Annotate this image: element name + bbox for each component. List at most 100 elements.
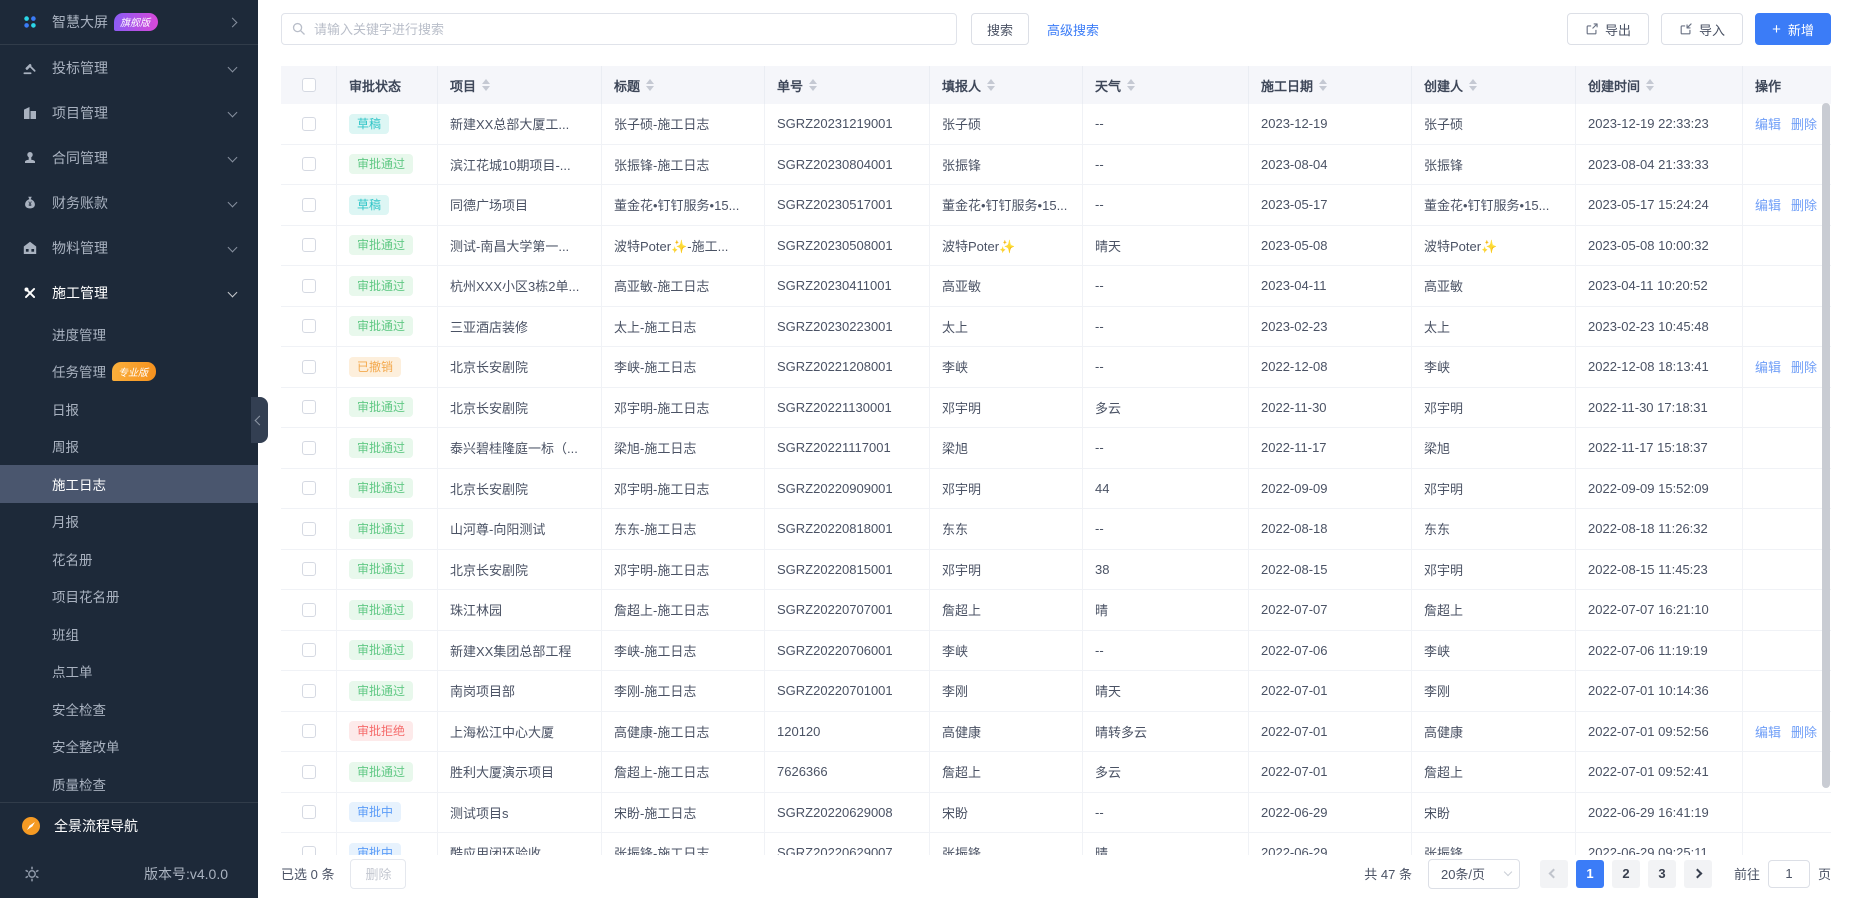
sidebar-subitem[interactable]: 点工单 xyxy=(0,653,258,691)
row-checkbox[interactable] xyxy=(301,845,316,855)
sort-icon[interactable] xyxy=(482,79,491,91)
search-input[interactable] xyxy=(281,13,957,45)
column-header-reporter[interactable]: 填报人 xyxy=(930,66,1083,104)
edit-link[interactable]: 编辑 xyxy=(1755,114,1781,133)
row-checkbox[interactable] xyxy=(301,683,316,698)
import-button[interactable]: 导入 xyxy=(1661,13,1743,45)
export-button[interactable]: 导出 xyxy=(1567,13,1649,45)
goto-page: 前往 页 xyxy=(1734,859,1831,888)
import-icon xyxy=(1679,22,1693,36)
page-button-1[interactable]: 1 xyxy=(1575,859,1604,888)
cell-created_at: 2023-02-23 10:45:48 xyxy=(1576,306,1743,346)
row-checkbox[interactable] xyxy=(301,724,316,739)
sidebar-item-label: 项目管理 xyxy=(52,104,108,121)
sidebar-subitem[interactable]: 日报 xyxy=(0,390,258,428)
sidebar-subitem[interactable]: 质量检查 xyxy=(0,765,258,802)
cell-weather: 44 xyxy=(1083,468,1249,508)
search-button[interactable]: 搜索 xyxy=(971,13,1029,45)
sidebar-subitem[interactable]: 任务管理 专业版 xyxy=(0,353,258,391)
row-checkbox[interactable] xyxy=(301,157,316,172)
column-header-weather[interactable]: 天气 xyxy=(1083,66,1249,104)
advanced-search-link[interactable]: 高级搜索 xyxy=(1047,20,1099,39)
delete-link[interactable]: 删除 xyxy=(1791,357,1817,376)
cell-ops xyxy=(1743,671,1831,711)
column-header-project[interactable]: 项目 xyxy=(438,66,602,104)
row-checkbox[interactable] xyxy=(301,238,316,253)
sidebar-subitem[interactable]: 班组 xyxy=(0,615,258,653)
page-size-select[interactable]: 20条/页 xyxy=(1427,858,1520,889)
table-scrollbar-thumb[interactable] xyxy=(1822,103,1830,788)
cell-ops: 编辑 删除 xyxy=(1743,347,1831,387)
sort-icon[interactable] xyxy=(1127,79,1136,91)
sidebar-item-material[interactable]: 物料管理 xyxy=(0,225,258,270)
cell-weather: 38 xyxy=(1083,549,1249,589)
row-checkbox[interactable] xyxy=(301,481,316,496)
sidebar-subitem[interactable]: 安全整改单 xyxy=(0,728,258,766)
row-checkbox[interactable] xyxy=(301,602,316,617)
row-checkbox[interactable] xyxy=(301,643,316,658)
sort-icon[interactable] xyxy=(1646,79,1655,91)
sort-icon[interactable] xyxy=(987,79,996,91)
select-all-checkbox[interactable] xyxy=(301,78,316,92)
goto-page-input[interactable] xyxy=(1767,859,1810,888)
next-page-button[interactable] xyxy=(1683,859,1712,888)
page-button-2[interactable]: 2 xyxy=(1611,859,1640,888)
cell-project: 北京长安剧院 xyxy=(438,347,602,387)
sidebar-collapse-handle[interactable] xyxy=(251,397,268,443)
sort-icon[interactable] xyxy=(1469,79,1478,91)
row-checkbox[interactable] xyxy=(301,359,316,374)
sidebar-subitem[interactable]: 花名册 xyxy=(0,540,258,578)
sort-icon[interactable] xyxy=(646,79,655,91)
sidebar-item-construction[interactable]: 施工管理 xyxy=(0,270,258,315)
cell-weather: 晴 xyxy=(1083,590,1249,630)
row-checkbox[interactable] xyxy=(301,440,316,455)
delete-link[interactable]: 删除 xyxy=(1791,722,1817,741)
sidebar-item-contract[interactable]: 合同管理 xyxy=(0,135,258,180)
cell-title: 张振锋-施工日志 xyxy=(602,833,765,855)
row-checkbox[interactable] xyxy=(301,764,316,779)
sidebar-subitem[interactable]: 施工日志 xyxy=(0,465,258,503)
delete-link[interactable]: 删除 xyxy=(1791,114,1817,133)
edit-link[interactable]: 编辑 xyxy=(1755,195,1781,214)
sidebar-subitem[interactable]: 项目花名册 xyxy=(0,578,258,616)
column-header-work_date[interactable]: 施工日期 xyxy=(1249,66,1412,104)
sidebar-subitem[interactable]: 周报 xyxy=(0,428,258,466)
sidebar-subitem[interactable]: 进度管理 xyxy=(0,315,258,353)
cell-creator: 李刚 xyxy=(1412,671,1576,711)
column-header-title[interactable]: 标题 xyxy=(602,66,765,104)
sidebar-subitem[interactable]: 安全检查 xyxy=(0,690,258,728)
column-header-doc_no[interactable]: 单号 xyxy=(765,66,930,104)
column-header-label: 标题 xyxy=(614,78,641,94)
cell-ops xyxy=(1743,793,1831,833)
cell-status: 审批拒绝 xyxy=(337,711,438,751)
delete-link[interactable]: 删除 xyxy=(1791,195,1817,214)
edit-link[interactable]: 编辑 xyxy=(1755,722,1781,741)
column-header-creator[interactable]: 创建人 xyxy=(1412,66,1576,104)
row-checkbox[interactable] xyxy=(301,805,316,820)
edit-link[interactable]: 编辑 xyxy=(1755,357,1781,376)
sidebar-subitem[interactable]: 月报 xyxy=(0,503,258,541)
row-checkbox[interactable] xyxy=(301,319,316,334)
batch-delete-button[interactable]: 删除 xyxy=(350,858,407,889)
chevron-down-icon xyxy=(227,62,238,73)
sidebar-item-smart-screen[interactable]: 智慧大屏 旗舰版 xyxy=(0,0,258,44)
row-checkbox[interactable] xyxy=(301,116,316,131)
gear-icon[interactable] xyxy=(24,866,40,882)
sidebar-item-bid[interactable]: 投标管理 xyxy=(0,45,258,90)
row-checkbox[interactable] xyxy=(301,400,316,415)
row-checkbox[interactable] xyxy=(301,197,316,212)
column-header-created_at[interactable]: 创建时间 xyxy=(1576,66,1743,104)
sidebar-item-flow-navigation[interactable]: 全景流程导航 xyxy=(0,803,258,849)
row-checkbox[interactable] xyxy=(301,521,316,536)
sidebar-item-project[interactable]: 项目管理 xyxy=(0,90,258,135)
row-checkbox[interactable] xyxy=(301,562,316,577)
sort-icon[interactable] xyxy=(809,79,818,91)
sidebar-item-finance[interactable]: ¥ 财务账款 xyxy=(0,180,258,225)
table-row: 审批通过 滨江花城10期项目-... 张振锋-施工日志 SGRZ20230804001… xyxy=(281,144,1831,185)
page-button-3[interactable]: 3 xyxy=(1647,859,1676,888)
add-button[interactable]: + 新增 xyxy=(1755,13,1831,45)
prev-page-button[interactable] xyxy=(1539,859,1568,888)
cell-work_date: 2022-07-01 xyxy=(1249,711,1412,751)
row-checkbox[interactable] xyxy=(301,278,316,293)
sort-icon[interactable] xyxy=(1319,79,1328,91)
